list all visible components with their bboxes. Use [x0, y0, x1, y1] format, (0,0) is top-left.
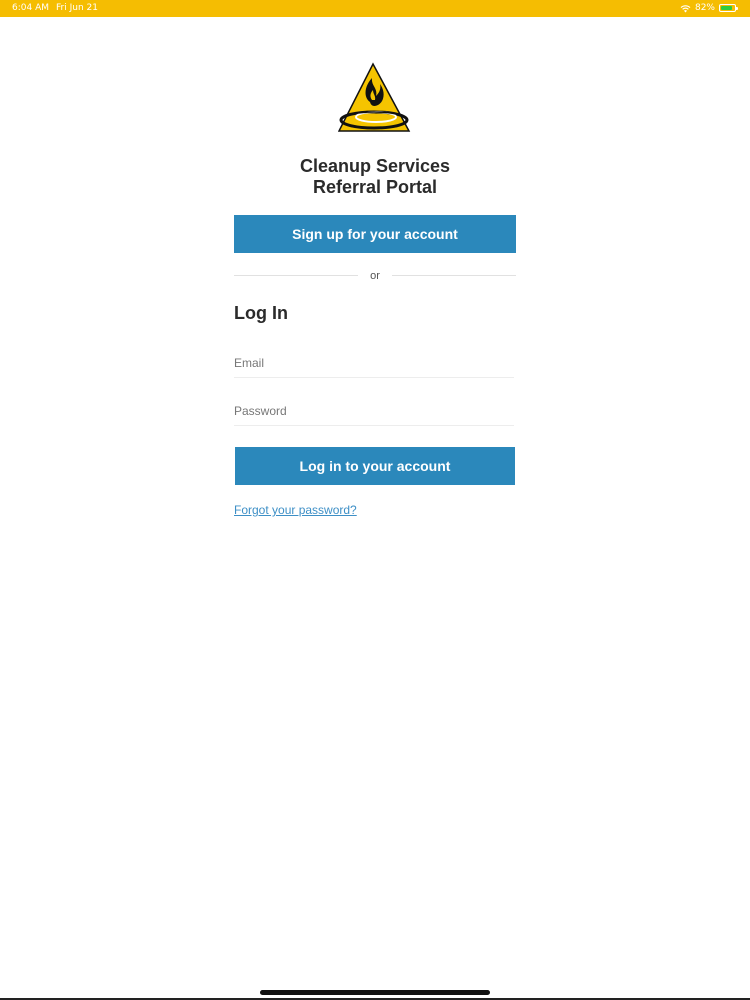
app-title: Cleanup Services Referral Portal: [234, 156, 516, 198]
battery-percent: 82%: [694, 3, 715, 13]
app-title-line1: Cleanup Services: [299, 156, 451, 176]
forgot-password-link[interactable]: Forgot your password?: [234, 503, 357, 517]
email-input[interactable]: [234, 352, 514, 378]
status-bar: 6:04 AM Fri Jun 21 82%: [0, 0, 750, 17]
divider-line-left: [234, 275, 358, 276]
divider-line-right: [392, 275, 516, 276]
password-input[interactable]: [234, 400, 514, 426]
login-button[interactable]: Log in to your account: [235, 447, 515, 485]
login-heading: Log In: [234, 303, 288, 323]
status-date: Fri Jun 21: [56, 3, 98, 13]
status-time: 6:04 AM: [12, 3, 49, 13]
divider-text: or: [370, 270, 380, 282]
status-indicators: 82%: [680, 3, 738, 13]
battery-icon: [719, 4, 738, 12]
flame-triangle-logo-icon: [338, 62, 411, 132]
signup-button[interactable]: Sign up for your account: [234, 215, 516, 253]
app-title-line2: Referral Portal: [312, 177, 438, 197]
wifi-icon: [680, 4, 691, 12]
home-indicator[interactable]: [260, 990, 490, 995]
